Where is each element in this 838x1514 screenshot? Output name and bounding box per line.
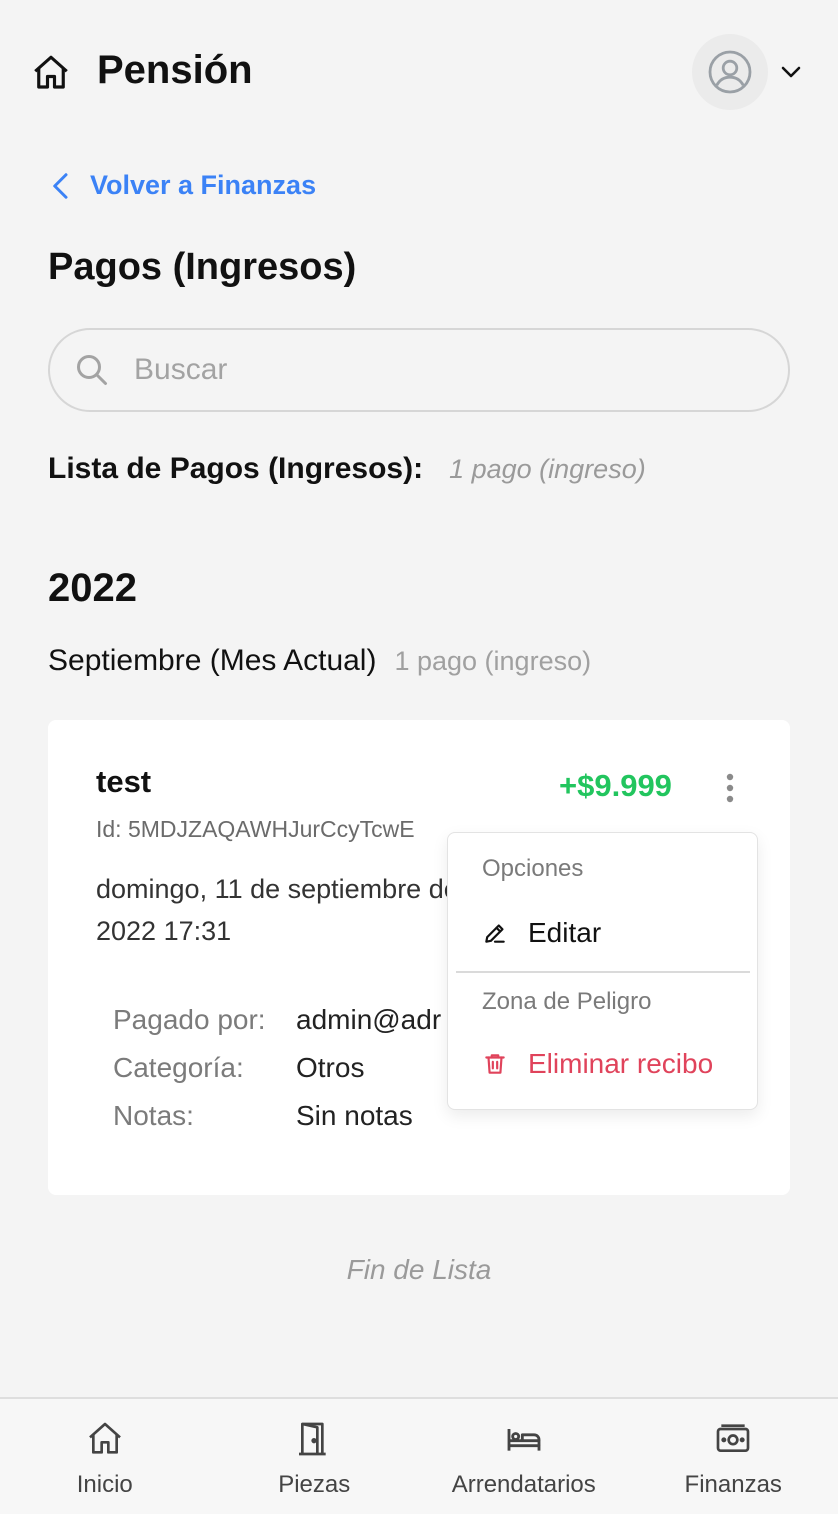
nav-item-piezas[interactable]: Piezas [210,1399,420,1514]
bed-icon [507,1429,541,1451]
delete-receipt-menu-item[interactable]: Eliminar recibo [482,1048,713,1080]
list-title: Lista de Pagos (Ingresos): [48,452,424,485]
menu-section-options: Opciones [482,855,584,882]
list-header: Lista de Pagos (Ingresos): 1 pago (ingre… [48,452,646,486]
year-heading: 2022 [48,566,137,610]
chevron-left-icon [53,172,68,199]
payment-details: Pagado por: admin@adr Categoría: Otros N… [113,996,441,1140]
app-header: Pensión [0,0,838,140]
search-bar [48,328,790,412]
month-title: Septiembre (Mes Actual) [48,644,377,677]
menu-divider [456,971,750,973]
house-icon [88,1422,121,1454]
chevron-down-icon[interactable] [779,62,803,82]
edit-menu-item[interactable]: Editar [482,917,601,949]
detail-value: Otros [296,1052,365,1083]
nav-item-arrendatarios[interactable]: Arrendatarios [419,1399,629,1514]
month-heading: Septiembre (Mes Actual) 1 pago (ingreso) [48,644,591,678]
nav-item-inicio[interactable]: Inicio [0,1399,210,1514]
nav-label: Finanzas [684,1471,782,1498]
trash-icon [485,1054,505,1074]
detail-label: Notas: [113,1100,194,1131]
menu-section-danger: Zona de Peligro [482,988,652,1015]
list-count: 1 pago (ingreso) [449,454,646,484]
payment-title: test [96,764,152,799]
payment-id: Id: 5MDJZAQAWHJurCcyTcwE [96,816,415,842]
detail-row-notes: Notas: Sin notas [113,1092,441,1140]
detail-row-category: Categoría: Otros [113,1044,441,1092]
detail-label: Pagado por: [113,1004,266,1035]
options-menu: Opciones Editar Zona de Peligro Eliminar… [447,832,758,1110]
avatar[interactable] [692,34,768,110]
nav-label: Arrendatarios [451,1471,596,1498]
detail-label: Categoría: [113,1052,244,1083]
detail-value: admin@adr [296,1004,442,1035]
user-circle-icon [708,50,752,94]
house-icon[interactable] [30,52,72,94]
search-icon [77,355,107,385]
edit-label: Editar [528,917,602,948]
detail-row-paid-by: Pagado por: admin@adr [113,996,441,1044]
page-title: Pagos (Ingresos) [48,246,357,288]
delete-label: Eliminar recibo [528,1048,714,1079]
pencil-icon [485,924,505,943]
end-of-list: Fin de Lista [346,1254,492,1285]
search-input[interactable] [134,344,754,396]
month-count: 1 pago (ingreso) [394,646,592,676]
back-to-finances-link[interactable]: Volver a Finanzas [48,170,316,201]
nav-label: Piezas [278,1471,351,1498]
detail-value: Sin notas [296,1100,413,1131]
kebab-menu-icon [726,773,734,803]
banknote-icon [716,1424,750,1452]
payment-amount: +$9.999 [559,768,672,803]
more-options-button[interactable] [714,770,746,806]
app-title: Pensión [97,48,253,92]
nav-label: Inicio [76,1471,133,1498]
back-link-label: Volver a Finanzas [90,170,317,200]
bottom-nav: Inicio Piezas Arrendatarios Finanzas [0,1397,838,1514]
door-icon [299,1422,326,1456]
nav-item-finanzas[interactable]: Finanzas [629,1399,838,1514]
